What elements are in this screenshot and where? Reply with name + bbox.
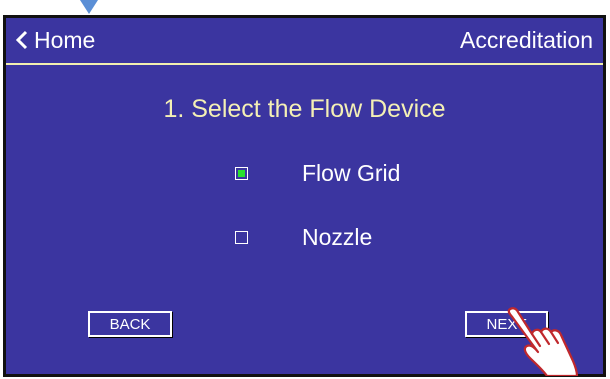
checkbox-icon[interactable] [235,231,248,244]
step-title: 1. Select the Flow Device [163,95,446,123]
option-label: Nozzle [302,224,373,250]
header-divider [6,63,603,65]
checkbox-icon[interactable] [235,167,248,180]
home-back-link[interactable]: Home [16,24,95,56]
option-nozzle[interactable]: Nozzle [235,224,372,251]
checkbox-checked-fill [238,170,245,177]
back-button[interactable]: BACK [88,311,172,337]
screen-title: Accreditation [460,26,593,53]
header-bar: Home Accreditation [6,18,603,65]
home-link-label: Home [34,26,96,53]
chevron-left-icon [16,30,28,50]
pointing-hand-icon [507,307,579,376]
pointer-marker [80,0,98,14]
option-flow-grid[interactable]: Flow Grid [235,160,400,187]
option-label: Flow Grid [302,160,401,186]
